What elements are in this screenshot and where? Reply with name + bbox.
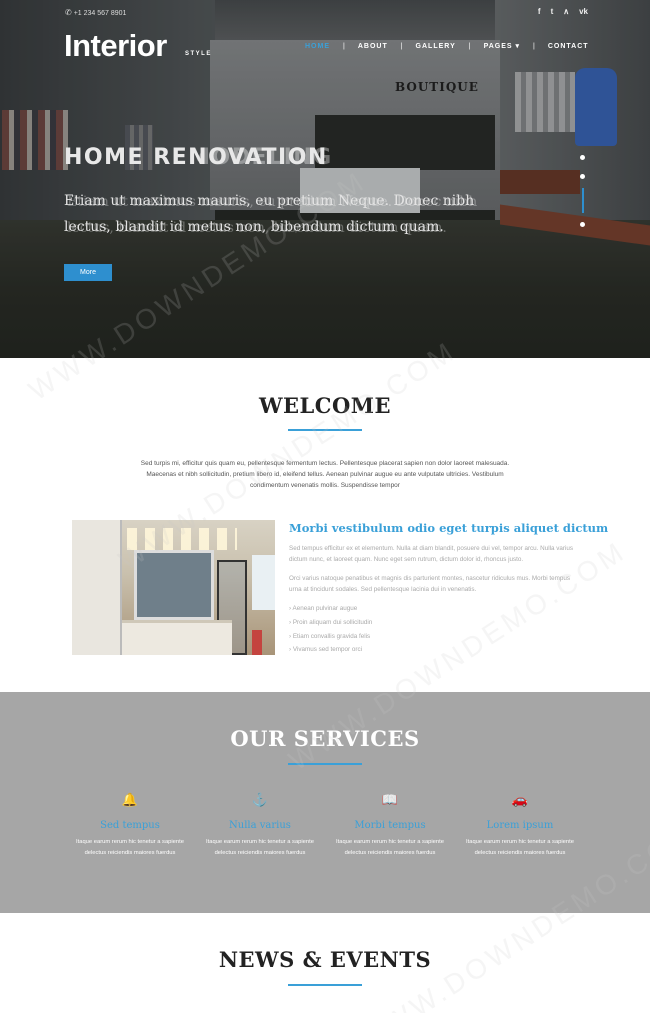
phone-number: +1 234 567 8901 <box>73 10 127 17</box>
nav-home[interactable]: HOME <box>305 43 330 50</box>
welcome-title-underline <box>288 429 362 431</box>
slider-dot-active[interactable] <box>581 188 584 213</box>
slider-indicators <box>580 148 585 234</box>
news-title: NEWS & EVENTS <box>218 947 432 972</box>
service-card[interactable]: ⚓ Nulla varius Itaque earum rerum hic te… <box>195 792 325 859</box>
nav-separator: | <box>468 42 471 50</box>
list-item: › Etiam convallis gravida felis <box>289 632 371 640</box>
slider-dot[interactable] <box>580 174 585 179</box>
service-card[interactable]: 🔔 Sed tempus Itaque earum rerum hic tene… <box>65 792 195 859</box>
service-name[interactable]: Nulla varius <box>195 820 325 831</box>
service-description: Itaque earum rerum hic tenetur a sapient… <box>336 839 444 856</box>
vanity-sink <box>122 620 232 655</box>
book-icon: 📖 <box>381 792 399 807</box>
list-item: › Aenean pulvinar augue <box>289 605 358 612</box>
hero-text: Etiam ut maximus mauris, eu pretium Nequ… <box>64 193 475 235</box>
service-description: Itaque earum rerum hic tenetur a sapient… <box>206 839 314 856</box>
cabinet <box>72 520 122 655</box>
feature-paragraph-2: Orci varius natoque penatibus et magnis … <box>289 575 571 593</box>
services-title-underline <box>288 763 362 765</box>
news-title-underline <box>288 984 362 986</box>
more-button[interactable]: More <box>64 264 112 281</box>
hero-title: HOME RENOVATION <box>64 145 328 170</box>
towel <box>252 630 262 655</box>
list-item: › Vivamus sed tempor orci <box>289 646 363 654</box>
twitter-icon[interactable]: t <box>551 7 554 16</box>
service-description: Itaque earum rerum hic tenetur a sapient… <box>76 839 184 856</box>
facebook-icon[interactable]: f <box>538 7 541 16</box>
nav-separator: | <box>343 42 345 50</box>
slider-dot[interactable] <box>580 155 585 160</box>
bathroom-image <box>72 520 275 655</box>
car-icon: 🚗 <box>511 792 529 807</box>
welcome-intro: Sed turpis mi, efficitur quis quam eu, p… <box>140 460 510 489</box>
mirror <box>134 550 214 620</box>
bell-icon: 🔔 <box>121 792 139 807</box>
vanity-lights <box>127 528 237 550</box>
feature-title: Morbi vestibulum odio eget turpis alique… <box>289 521 609 535</box>
service-name[interactable]: Lorem ipsum <box>455 820 585 831</box>
nav-gallery[interactable]: GALLERY <box>416 43 456 50</box>
nav-contact[interactable]: CONTACT <box>548 43 589 50</box>
main-nav: HOME | ABOUT | GALLERY | PAGES ▾ | CONTA… <box>305 42 589 51</box>
logo-subtitle: STYLE <box>185 51 212 57</box>
services-title: OUR SERVICES <box>230 726 420 751</box>
phone-icon: ✆ <box>65 8 72 17</box>
window <box>252 555 275 610</box>
list-item: › Proin aliquam dui sollicitudin <box>289 618 373 626</box>
nav-separator: | <box>400 42 403 50</box>
vk-icon[interactable]: vk <box>579 7 588 16</box>
social-links: f t ∧ vk <box>538 7 588 16</box>
feature-list: › Aenean pulvinar augue › Proin aliquam … <box>289 602 372 657</box>
nav-about[interactable]: ABOUT <box>358 43 388 50</box>
service-card[interactable]: 🚗 Lorem ipsum Itaque earum rerum hic ten… <box>455 792 585 859</box>
service-description: Itaque earum rerum hic tenetur a sapient… <box>466 839 574 856</box>
feature-paragraph-1: Sed tempus efficitur ex et elementum. Nu… <box>289 545 574 563</box>
topbar-phone: ✆ +1 234 567 8901 <box>65 8 126 17</box>
slider-dot[interactable] <box>580 222 585 227</box>
site-logo[interactable]: Interior <box>64 28 167 64</box>
welcome-title: WELCOME <box>258 393 392 418</box>
rss-icon[interactable]: ∧ <box>563 7 569 16</box>
nav-pages[interactable]: PAGES ▾ <box>484 42 520 50</box>
nav-separator: | <box>533 42 535 50</box>
service-card[interactable]: 📖 Morbi tempus Itaque earum rerum hic te… <box>325 792 455 859</box>
services-section: OUR SERVICES 🔔 Sed tempus Itaque earum r… <box>0 692 650 913</box>
hero-banner: BOUTIQUE ✆ +1 234 567 8901 f t ∧ vk Inter… <box>0 0 650 358</box>
anchor-icon: ⚓ <box>251 792 269 807</box>
service-name[interactable]: Sed tempus <box>65 820 195 831</box>
service-name[interactable]: Morbi tempus <box>325 820 455 831</box>
